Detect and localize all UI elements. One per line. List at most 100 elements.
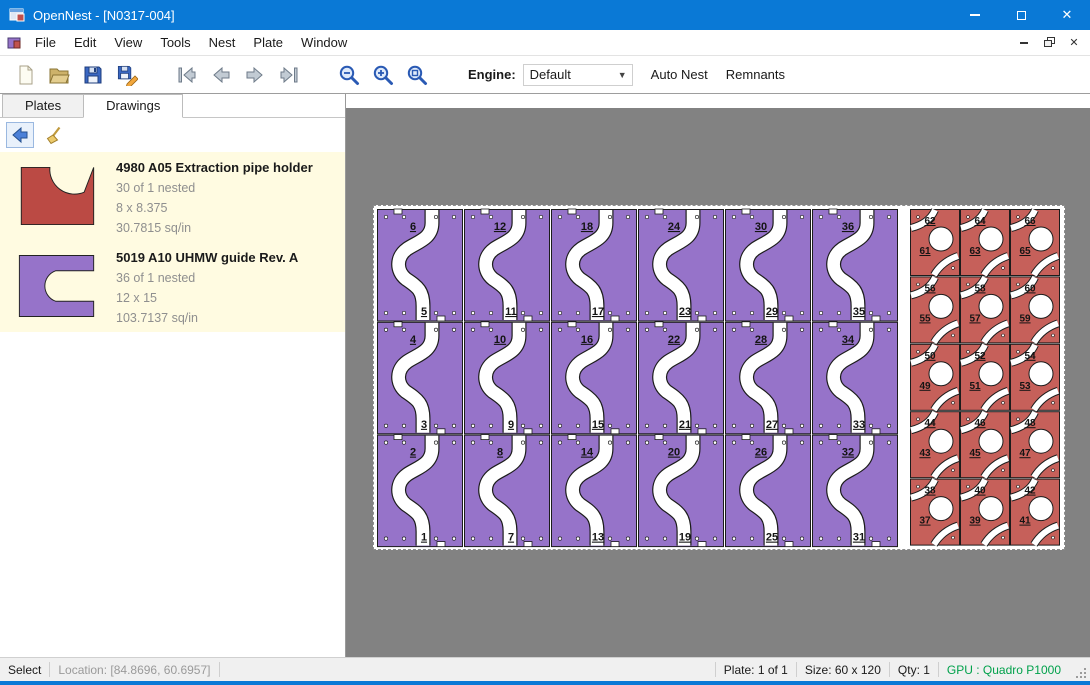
nested-part-pair[interactable]: 4241 <box>1011 479 1060 545</box>
tab-plates[interactable]: Plates <box>2 94 84 117</box>
zoom-out-icon <box>338 64 360 86</box>
nested-part-pair[interactable]: 3231 <box>813 435 898 547</box>
svg-text:54: 54 <box>1024 351 1036 362</box>
document-system-icon[interactable] <box>6 35 22 51</box>
nav-next-icon <box>244 64 266 86</box>
minimize-button[interactable] <box>952 0 998 30</box>
nested-part-pair[interactable]: 43 <box>378 322 463 434</box>
nested-part-pair[interactable]: 21 <box>378 435 463 547</box>
save-as-button[interactable] <box>112 60 142 90</box>
canvas-column: 6512111817242330293635431091615222128273… <box>346 94 1090 657</box>
status-bar: Select Location: [84.8696, 60.6957] Plat… <box>0 657 1090 681</box>
save-button[interactable] <box>78 60 108 90</box>
svg-text:65: 65 <box>1019 246 1031 257</box>
menu-item-plate[interactable]: Plate <box>244 31 292 54</box>
status-plate: Plate: 1 of 1 <box>716 663 796 677</box>
svg-text:8: 8 <box>497 447 503 459</box>
drawing-list-item[interactable]: 4980 A05 Extraction pipe holder30 of 1 n… <box>0 152 345 242</box>
nested-part-pair[interactable]: 2221 <box>639 322 724 434</box>
svg-text:12: 12 <box>494 221 506 233</box>
nested-part-pair[interactable]: 6463 <box>961 210 1010 276</box>
zoom-out-button[interactable] <box>334 60 364 90</box>
svg-text:29: 29 <box>766 306 778 318</box>
nested-part-pair[interactable]: 5049 <box>911 344 960 410</box>
svg-text:32: 32 <box>842 447 854 459</box>
resize-grip[interactable] <box>1075 667 1088 680</box>
nested-part-pair[interactable]: 2019 <box>639 435 724 547</box>
nested-part-pair[interactable]: 6261 <box>911 210 960 276</box>
nested-part-pair[interactable]: 5251 <box>961 344 1010 410</box>
nested-part-pair[interactable]: 1817 <box>552 209 637 321</box>
nested-part-pair[interactable]: 3433 <box>813 322 898 434</box>
new-button[interactable] <box>10 60 40 90</box>
open-button[interactable] <box>44 60 74 90</box>
mdi-close-button[interactable]: ✕ <box>1063 33 1085 53</box>
menu-item-edit[interactable]: Edit <box>65 31 105 54</box>
nested-part-pair[interactable]: 3837 <box>911 479 960 545</box>
close-button[interactable]: ✕ <box>1044 0 1090 30</box>
svg-text:9: 9 <box>508 419 514 431</box>
svg-text:24: 24 <box>668 221 681 233</box>
menu-item-tools[interactable]: Tools <box>151 31 199 54</box>
nested-part-pair[interactable]: 6059 <box>1011 277 1060 343</box>
previous-plate-button[interactable] <box>206 60 236 90</box>
svg-text:55: 55 <box>919 313 931 324</box>
mdi-restore-button[interactable] <box>1038 33 1060 53</box>
tab-drawings[interactable]: Drawings <box>83 94 183 118</box>
plate[interactable]: 6512111817242330293635431091615222128273… <box>373 205 1065 550</box>
nested-part-pair[interactable]: 5857 <box>961 277 1010 343</box>
drawing-list-item[interactable]: 5019 A10 UHMW guide Rev. A36 of 1 nested… <box>0 242 345 332</box>
nested-part-pair[interactable]: 1211 <box>465 209 550 321</box>
nested-part-pair[interactable]: 87 <box>465 435 550 547</box>
svg-text:48: 48 <box>1024 418 1036 429</box>
nested-part-pair[interactable]: 4443 <box>911 412 960 478</box>
first-plate-button[interactable] <box>172 60 202 90</box>
auto-nest-button[interactable]: Auto Nest <box>651 67 708 82</box>
next-plate-button[interactable] <box>240 60 270 90</box>
nested-part-pair[interactable]: 1413 <box>552 435 637 547</box>
nested-part-pair[interactable]: 4847 <box>1011 412 1060 478</box>
return-part-button[interactable] <box>6 122 34 148</box>
open-folder-icon <box>48 64 70 86</box>
window-bottom-border <box>0 681 1090 685</box>
close-icon: ✕ <box>1062 7 1073 23</box>
maximize-button[interactable] <box>998 0 1044 30</box>
nested-part-pair[interactable]: 1615 <box>552 322 637 434</box>
svg-text:3: 3 <box>421 419 427 431</box>
nested-part-pair[interactable]: 54 53 <box>1011 344 1060 410</box>
svg-text:63: 63 <box>969 246 981 257</box>
drawing-title: 4980 A05 Extraction pipe holder <box>116 160 313 175</box>
menu-item-window[interactable]: Window <box>292 31 356 54</box>
svg-text:56: 56 <box>924 283 936 294</box>
svg-text:26: 26 <box>755 447 767 459</box>
zoom-fit-button[interactable] <box>402 60 432 90</box>
nested-part-pair[interactable]: 3029 <box>726 209 811 321</box>
clear-parts-button[interactable] <box>39 122 67 148</box>
mdi-window-controls: ✕ <box>1013 33 1090 53</box>
mdi-minimize-button[interactable] <box>1013 33 1035 53</box>
nested-part-pair[interactable]: 3635 <box>813 209 898 321</box>
nested-part-pair[interactable]: 56 55 <box>911 277 960 343</box>
svg-text:51: 51 <box>969 381 981 392</box>
remnants-button[interactable]: Remnants <box>726 67 785 82</box>
nested-part-pair[interactable]: 4039 <box>961 479 1010 545</box>
nested-part-pair[interactable]: 6665 <box>1011 210 1060 276</box>
last-plate-button[interactable] <box>274 60 304 90</box>
menu-item-view[interactable]: View <box>105 31 151 54</box>
svg-text:22: 22 <box>668 334 680 346</box>
menu-item-nest[interactable]: Nest <box>200 31 245 54</box>
svg-text:53: 53 <box>1019 381 1031 392</box>
nested-part-pair[interactable]: 4645 <box>961 412 1010 478</box>
engine-combobox[interactable]: Default ▼ <box>523 64 633 86</box>
nested-part-pair[interactable]: 2827 <box>726 322 811 434</box>
nested-part-pair[interactable]: 109 <box>465 322 550 434</box>
nested-part-pair[interactable]: 2625 <box>726 435 811 547</box>
menu-item-file[interactable]: File <box>26 31 65 54</box>
svg-text:62: 62 <box>924 216 936 227</box>
nested-part-pair[interactable]: 65 <box>378 209 463 321</box>
nav-first-icon <box>176 64 198 86</box>
zoom-in-button[interactable] <box>368 60 398 90</box>
nest-canvas[interactable]: 6512111817242330293635431091615222128273… <box>346 108 1090 657</box>
nested-part-pair[interactable]: 2423 <box>639 209 724 321</box>
svg-text:39: 39 <box>969 516 981 527</box>
